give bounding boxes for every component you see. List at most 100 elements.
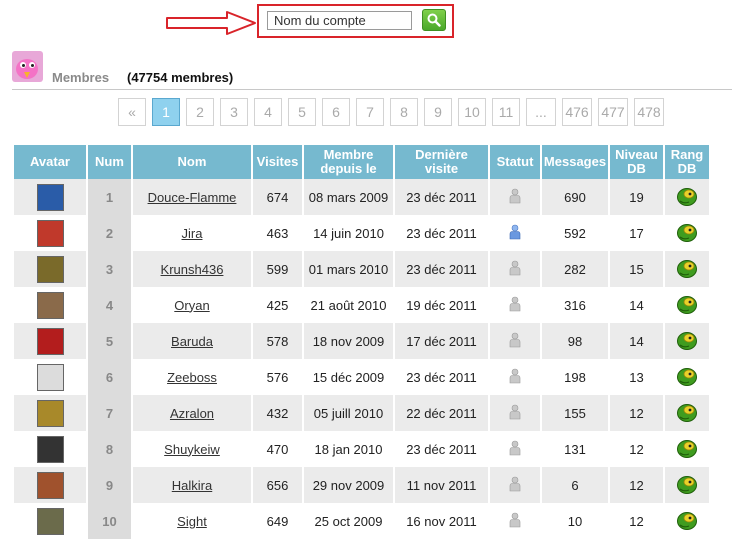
last-visit-date: 11 nov 2011 bbox=[395, 467, 488, 503]
table-row: 1 Douce-Flamme 674 08 mars 2009 23 déc 2011 6… bbox=[14, 179, 709, 215]
table-row: 2 Jira 463 14 juin 2010 23 déc 2011 592 17 bbox=[14, 215, 709, 251]
messages-count: 155 bbox=[542, 395, 608, 431]
page-button-1[interactable]: 1 bbox=[152, 98, 180, 126]
row-num: 2 bbox=[88, 215, 131, 251]
level-value: 14 bbox=[610, 323, 663, 359]
search-icon bbox=[427, 13, 441, 27]
col-avatar[interactable]: Avatar bbox=[14, 145, 86, 179]
rank-cell bbox=[665, 431, 709, 467]
level-value: 12 bbox=[610, 467, 663, 503]
dragon-ball-rank-icon bbox=[677, 439, 697, 458]
dragon-ball-rank-icon bbox=[677, 295, 697, 314]
member-name-link[interactable]: Halkira bbox=[133, 467, 251, 503]
last-visit-date: 23 déc 2011 bbox=[395, 431, 488, 467]
member-name-link[interactable]: Douce-Flamme bbox=[133, 179, 251, 215]
member-since-date: 01 mars 2010 bbox=[304, 251, 393, 287]
member-since-date: 21 août 2010 bbox=[304, 287, 393, 323]
last-visit-date: 23 déc 2011 bbox=[395, 215, 488, 251]
member-name-link[interactable]: Shuykeiw bbox=[133, 431, 251, 467]
account-name-input[interactable] bbox=[267, 11, 412, 30]
col-visits[interactable]: Visites bbox=[253, 145, 302, 179]
messages-count: 10 bbox=[542, 503, 608, 539]
rank-cell bbox=[665, 467, 709, 503]
level-value: 19 bbox=[610, 179, 663, 215]
col-member-since[interactable]: Membre depuis le bbox=[304, 145, 393, 179]
rank-cell bbox=[665, 251, 709, 287]
status-cell bbox=[490, 251, 540, 287]
level-value: 15 bbox=[610, 251, 663, 287]
page-button-477[interactable]: 477 bbox=[598, 98, 628, 126]
last-visit-date: 23 déc 2011 bbox=[395, 251, 488, 287]
messages-count: 592 bbox=[542, 215, 608, 251]
status-cell bbox=[490, 287, 540, 323]
member-name-link[interactable]: Azralon bbox=[133, 395, 251, 431]
avatar[interactable] bbox=[36, 363, 64, 391]
messages-count: 316 bbox=[542, 287, 608, 323]
col-rank[interactable]: Rang DB bbox=[665, 145, 709, 179]
page-button-6[interactable]: 6 bbox=[322, 98, 350, 126]
search-button[interactable] bbox=[422, 9, 446, 31]
page-button-10[interactable]: 10 bbox=[458, 98, 486, 126]
member-name-link[interactable]: Sight bbox=[133, 503, 251, 539]
table-row: 10 Sight 649 25 oct 2009 16 nov 2011 10 12 bbox=[14, 503, 709, 539]
avatar[interactable] bbox=[36, 219, 64, 247]
avatar[interactable] bbox=[36, 471, 64, 499]
page-button-4[interactable]: 4 bbox=[254, 98, 282, 126]
page-button-2[interactable]: 2 bbox=[186, 98, 214, 126]
avatar[interactable] bbox=[36, 435, 64, 463]
row-num: 5 bbox=[88, 323, 131, 359]
member-name-link[interactable]: Jira bbox=[133, 215, 251, 251]
right-arrow-icon bbox=[166, 11, 256, 35]
page-prev-button[interactable]: « bbox=[118, 98, 146, 126]
col-name[interactable]: Nom bbox=[133, 145, 251, 179]
members-table: Avatar Num Nom Visites Membre depuis le D… bbox=[12, 145, 711, 539]
member-name-link[interactable]: Baruda bbox=[133, 323, 251, 359]
member-since-date: 05 juill 2010 bbox=[304, 395, 393, 431]
member-since-date: 15 déc 2009 bbox=[304, 359, 393, 395]
col-level[interactable]: Niveau DB bbox=[610, 145, 663, 179]
level-value: 12 bbox=[610, 503, 663, 539]
status-cell bbox=[490, 467, 540, 503]
avatar[interactable] bbox=[36, 399, 64, 427]
visits-count: 656 bbox=[253, 467, 302, 503]
page-button-9[interactable]: 9 bbox=[424, 98, 452, 126]
user-offline-icon bbox=[509, 440, 521, 455]
page-button-7[interactable]: 7 bbox=[356, 98, 384, 126]
last-visit-date: 17 déc 2011 bbox=[395, 323, 488, 359]
page-button-476[interactable]: 476 bbox=[562, 98, 592, 126]
visits-count: 649 bbox=[253, 503, 302, 539]
avatar-cell bbox=[14, 359, 86, 395]
user-offline-icon bbox=[509, 296, 521, 311]
table-row: 6 Zeeboss 576 15 déc 2009 23 déc 2011 198 13 bbox=[14, 359, 709, 395]
avatar[interactable] bbox=[36, 291, 64, 319]
member-name-link[interactable]: Krunsh436 bbox=[133, 251, 251, 287]
status-cell bbox=[490, 215, 540, 251]
page-button-11[interactable]: 11 bbox=[492, 98, 520, 126]
member-since-date: 18 nov 2009 bbox=[304, 323, 393, 359]
col-last-visit[interactable]: Dernière visite bbox=[395, 145, 488, 179]
page-button-5[interactable]: 5 bbox=[288, 98, 316, 126]
col-status[interactable]: Statut bbox=[490, 145, 540, 179]
rank-cell bbox=[665, 395, 709, 431]
page-button-8[interactable]: 8 bbox=[390, 98, 418, 126]
col-num[interactable]: Num bbox=[88, 145, 131, 179]
avatar[interactable] bbox=[36, 255, 64, 283]
avatar[interactable] bbox=[36, 183, 64, 211]
page-button-478[interactable]: 478 bbox=[634, 98, 664, 126]
col-messages[interactable]: Messages bbox=[542, 145, 608, 179]
level-value: 12 bbox=[610, 431, 663, 467]
avatar-cell bbox=[14, 467, 86, 503]
avatar-cell bbox=[14, 323, 86, 359]
visits-count: 674 bbox=[253, 179, 302, 215]
messages-count: 282 bbox=[542, 251, 608, 287]
dragon-ball-rank-icon bbox=[677, 367, 697, 386]
avatar-cell bbox=[14, 179, 86, 215]
avatar[interactable] bbox=[36, 327, 64, 355]
member-name-link[interactable]: Oryan bbox=[133, 287, 251, 323]
avatar[interactable] bbox=[36, 507, 64, 535]
row-num: 10 bbox=[88, 503, 131, 539]
avatar-cell bbox=[14, 287, 86, 323]
member-name-link[interactable]: Zeeboss bbox=[133, 359, 251, 395]
page-button-3[interactable]: 3 bbox=[220, 98, 248, 126]
rank-cell bbox=[665, 359, 709, 395]
